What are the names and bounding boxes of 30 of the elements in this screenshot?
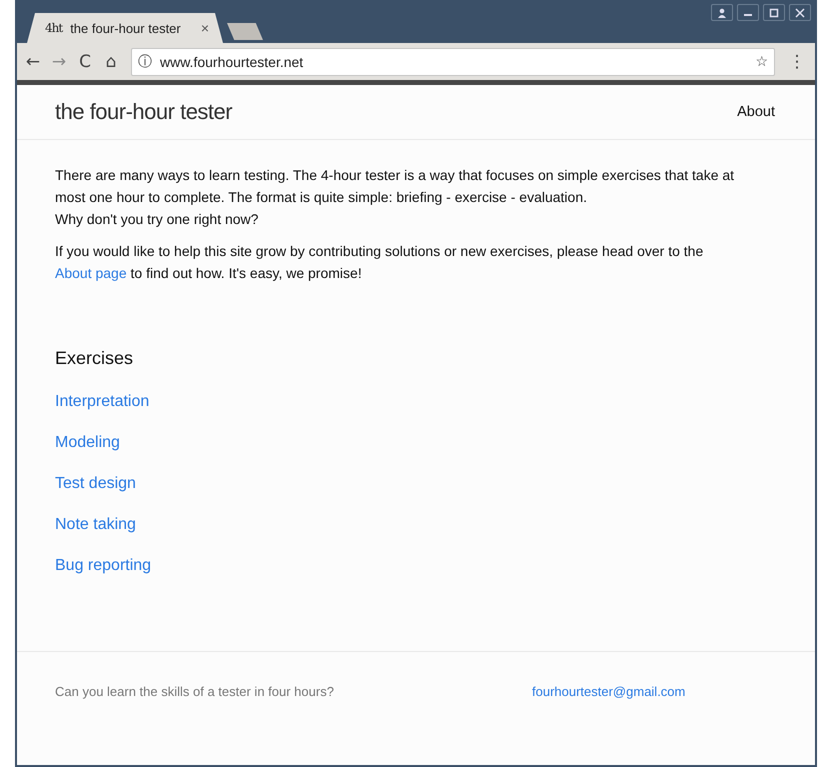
tab-close-icon[interactable]: ×	[200, 20, 209, 36]
close-icon[interactable]	[789, 4, 811, 21]
exercise-link[interactable]: Bug reporting	[55, 557, 152, 575]
favicon-icon: 4ht	[45, 21, 62, 35]
intro-paragraph: Why don't you try one right now?	[55, 210, 260, 229]
new-tab-button[interactable]	[227, 23, 263, 40]
exercise-link[interactable]: Test design	[55, 475, 136, 493]
info-icon[interactable]: ⓘ	[138, 52, 152, 70]
browser-tab[interactable]: 4ht the four-hour tester ×	[27, 13, 223, 43]
exercise-link[interactable]: Note taking	[55, 516, 136, 534]
back-button[interactable]: ←	[21, 52, 45, 72]
exercise-link[interactable]: Interpretation	[55, 393, 150, 411]
email-link[interactable]: fourhourtester@gmail.com	[532, 684, 686, 699]
site-title: the four-hour tester	[55, 99, 232, 125]
home-button[interactable]: ⌂	[99, 52, 123, 72]
about-link[interactable]: About	[737, 104, 775, 120]
maximize-icon[interactable]	[763, 4, 785, 21]
minimize-icon[interactable]	[737, 4, 759, 21]
exercise-link[interactable]: Modeling	[55, 434, 120, 452]
section-heading: Exercises	[55, 348, 134, 369]
help-paragraph: If you would like to help this site grow by contributing solutions or new exercises, please head over to the About page to find out how. It's easy, we promise!	[55, 242, 704, 283]
footer-tagline: Can you learn the skills of a tester in four hours?	[55, 684, 335, 699]
reload-button[interactable]: C	[73, 52, 97, 72]
bookmark-star-icon[interactable]: ☆	[755, 54, 768, 70]
tab-title: the four-hour tester	[70, 20, 181, 36]
profile-icon[interactable]	[711, 4, 733, 21]
intro-paragraph: There are many ways to learn testing. The 4-hour tester is a way that focuses on simple exercises that take at most one hour to complete. The format is quite simple: briefing - exercise - evaluation.	[55, 166, 736, 207]
address-bar[interactable]: ⓘ www.fourhourtester.net ☆	[131, 48, 775, 76]
menu-button[interactable]: ⋮	[785, 52, 809, 72]
about-page-link[interactable]: About page	[55, 265, 127, 281]
